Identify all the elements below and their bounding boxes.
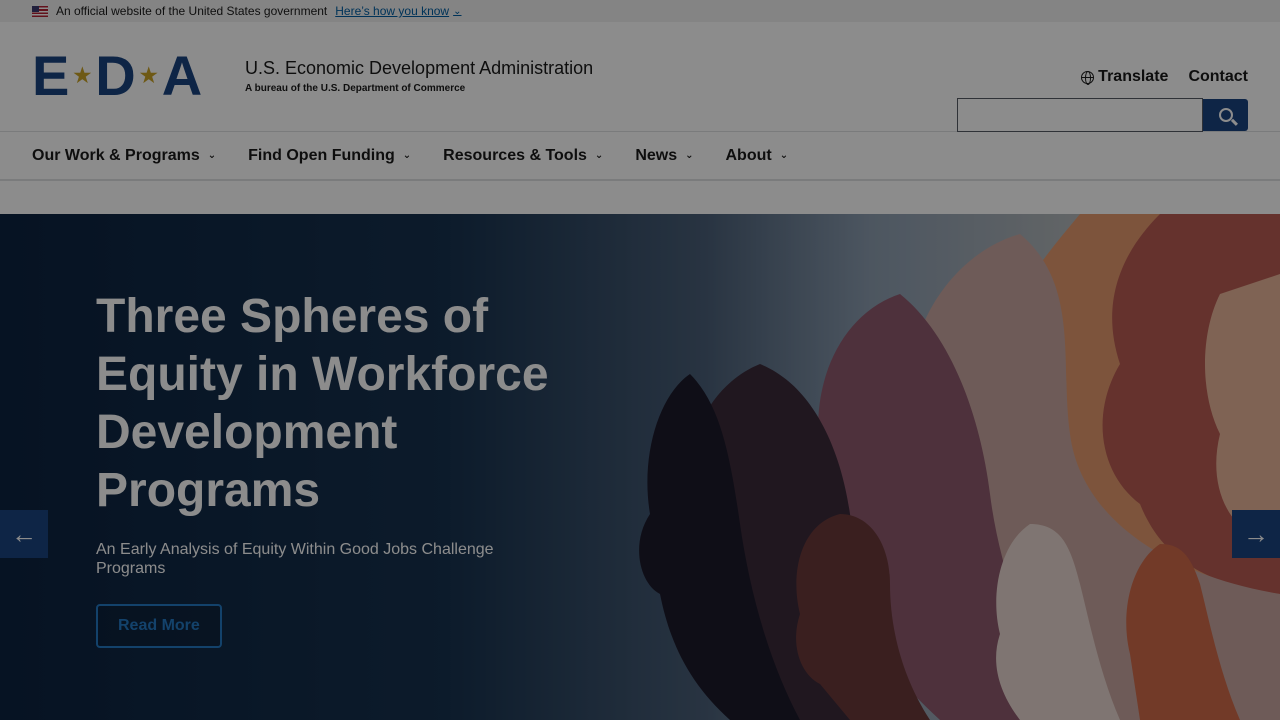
nav-label: About <box>725 146 772 164</box>
nav-label: News <box>635 146 678 164</box>
nav-item-news[interactable]: News ⌄ <box>635 147 693 165</box>
main-nav: Our Work & Programs ⌄ Find Open Funding … <box>0 131 1280 181</box>
chevron-down-icon: ⌄ <box>402 150 412 161</box>
logo-text: U.S. Economic Development Administration… <box>245 58 593 94</box>
search-icon <box>1218 108 1233 122</box>
hero-illustration <box>639 214 1280 720</box>
hero-content: Three Spheres of Equity in Workforce Dev… <box>96 288 566 648</box>
nav-item-about[interactable]: About ⌄ <box>726 147 789 165</box>
nav-item-resources[interactable]: Resources & Tools ⌄ <box>443 147 603 165</box>
search-button[interactable] <box>1203 99 1248 131</box>
translate-button[interactable]: Translate <box>1081 68 1168 86</box>
carousel-next-button[interactable]: → <box>1232 510 1280 558</box>
arrow-left-icon: ← <box>11 518 37 549</box>
hero-title: Three Spheres of Equity in Workforce Dev… <box>96 290 549 517</box>
how-you-know-label: Here’s how you know <box>335 4 450 18</box>
nav-label: Our Work & Programs <box>32 146 200 164</box>
search-input[interactable] <box>957 98 1203 132</box>
read-more-button[interactable]: Read More <box>96 604 222 648</box>
chevron-down-icon: ⌄ <box>207 150 217 161</box>
chevron-down-icon: ⌄ <box>779 150 789 161</box>
site-title: U.S. Economic Development Administration <box>245 58 594 78</box>
hero-carousel: Three Spheres of Equity in Workforce Dev… <box>0 214 1280 720</box>
chevron-down-icon: ⌄ <box>453 5 462 17</box>
eda-logo[interactable]: E ★ D ★ A U.S. Economic Development Admi… <box>32 48 593 104</box>
how-you-know-link[interactable]: Here’s how you know ⌄ <box>335 4 461 18</box>
globe-icon <box>1081 70 1095 85</box>
nav-item-our-work[interactable]: Our Work & Programs ⌄ <box>32 147 216 165</box>
hero-subtitle: An Early Analysis of Equity Within Good … <box>96 541 494 577</box>
gov-banner-text: An official website of the United States… <box>56 4 328 18</box>
contact-link[interactable]: Contact <box>1188 68 1248 86</box>
logo-mark: E ★ D ★ A <box>32 48 202 104</box>
nav-label: Find Open Funding <box>248 146 395 164</box>
chevron-down-icon: ⌄ <box>685 150 694 161</box>
nav-label: Resources & Tools <box>443 146 587 164</box>
arrow-right-icon: → <box>1243 518 1269 549</box>
nav-item-find-funding[interactable]: Find Open Funding ⌄ <box>248 147 411 165</box>
carousel-prev-button[interactable]: ← <box>0 510 48 558</box>
site-header: E ★ D ★ A U.S. Economic Development Admi… <box>0 22 1280 132</box>
utility-nav: Translate Contact <box>1081 68 1248 86</box>
chevron-down-icon: ⌄ <box>594 150 604 161</box>
search-form <box>957 98 1248 132</box>
logo-letter-e: E <box>32 44 70 107</box>
gov-banner: An official website of the United States… <box>0 0 1280 22</box>
us-flag-icon <box>32 5 48 17</box>
logo-letter-d: D <box>95 44 136 107</box>
star-icon: ★ <box>73 65 92 87</box>
star-icon: ★ <box>139 65 158 87</box>
site-subtitle: A bureau of the U.S. Department of Comme… <box>245 83 466 94</box>
translate-label: Translate <box>1098 68 1169 85</box>
logo-letter-a: A <box>161 44 203 107</box>
